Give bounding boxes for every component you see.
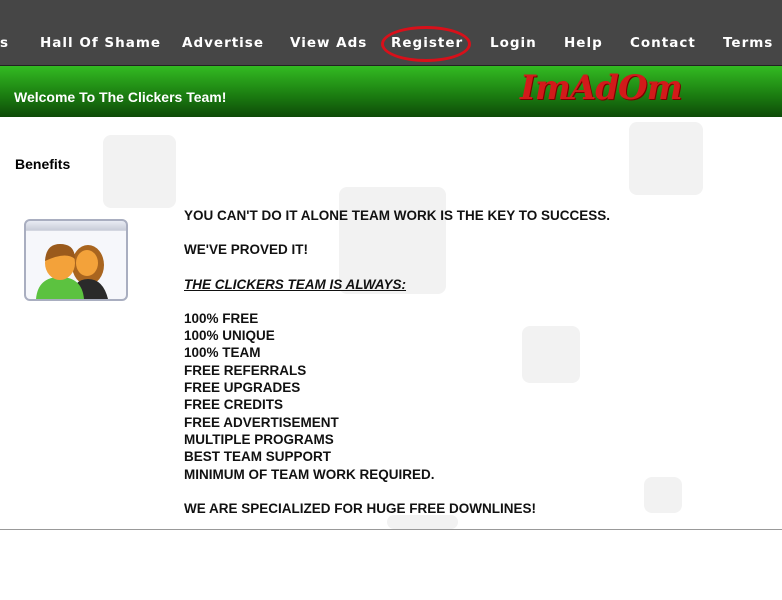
welcome-text: Welcome To The Clickers Team! (14, 89, 227, 105)
welcome-banner: Welcome To The Clickers Team! ImAdOm (0, 66, 782, 117)
nav-terms[interactable]: Terms (723, 35, 773, 51)
list-item: MINIMUM OF TEAM WORK REQUIRED. (184, 466, 435, 482)
section-title: Benefits (15, 156, 71, 172)
list-item: 100% FREE (184, 310, 259, 326)
benefit-list: 100% FREE 100% UNIQUE 100% TEAM FREE REF… (184, 310, 610, 483)
top-nav: s Hall Of Shame Advertise View Ads Regis… (0, 0, 782, 66)
list-item: 100% UNIQUE (184, 328, 275, 344)
list-item: MULTIPLE PROGRAMS (184, 431, 334, 447)
proved-text: WE'VE PROVED IT! (184, 242, 308, 258)
decor-square (629, 122, 703, 195)
team-users-icon (24, 219, 128, 301)
divider (0, 529, 782, 530)
nav-contact[interactable]: Contact (630, 35, 696, 51)
nav-hall-of-shame[interactable]: Hall Of Shame (40, 35, 161, 51)
list-item: FREE ADVERTISEMENT (184, 414, 339, 430)
intro-text: YOU CAN'T DO IT ALONE TEAM WORK IS THE K… (184, 208, 610, 223)
nav-help[interactable]: Help (564, 35, 603, 51)
nav-login[interactable]: Login (490, 35, 537, 51)
decor-square (103, 135, 176, 208)
list-item: FREE UPGRADES (184, 380, 301, 396)
benefits-content: YOU CAN'T DO IT ALONE TEAM WORK IS THE K… (184, 207, 610, 534)
closing-text: WE ARE SPECIALIZED FOR HUGE FREE DOWNLIN… (184, 500, 537, 516)
list-item: BEST TEAM SUPPORT (184, 449, 332, 465)
list-item: 100% TEAM (184, 345, 261, 361)
nav-view-ads[interactable]: View Ads (290, 35, 367, 51)
decor-square (644, 477, 682, 513)
nav-advertise[interactable]: Advertise (182, 35, 264, 51)
always-heading: THE CLICKERS TEAM IS ALWAYS: (184, 276, 407, 292)
list-item: FREE REFERRALS (184, 362, 307, 378)
nav-item-partial[interactable]: s (0, 35, 9, 51)
site-logo: ImAdOm (520, 68, 683, 108)
list-item: FREE CREDITS (184, 397, 284, 413)
register-highlight-ring (381, 26, 471, 62)
